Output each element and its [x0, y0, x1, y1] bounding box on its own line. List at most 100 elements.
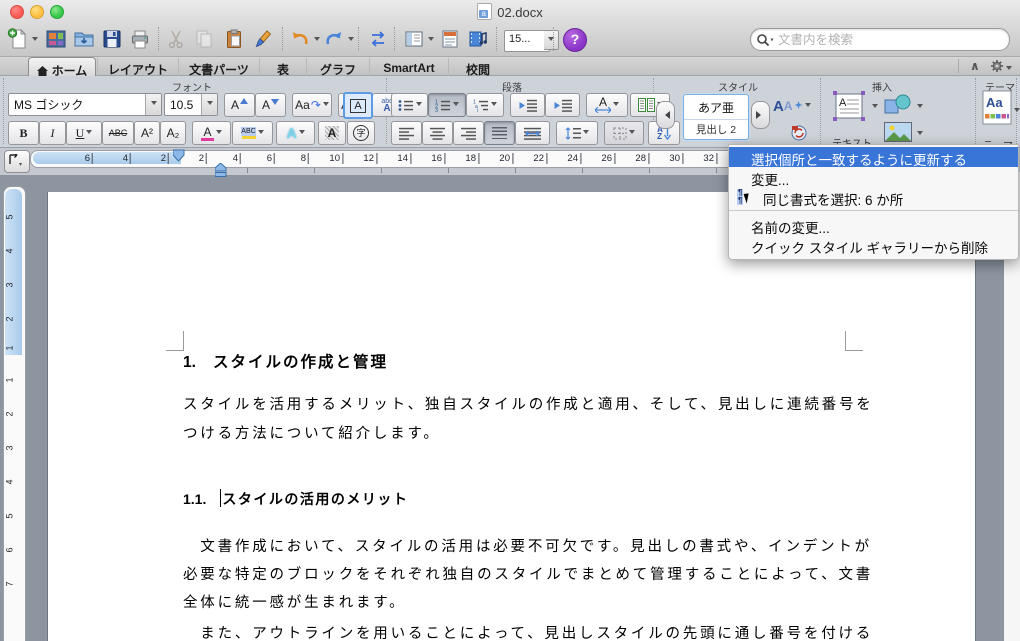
gallery-button[interactable]: [44, 26, 68, 52]
font-name-select[interactable]: MS ゴシック: [8, 93, 162, 116]
view-mode-button[interactable]: [402, 26, 426, 52]
menu-item-remove-from-gallery[interactable]: クイック スタイル ギャラリーから削除: [729, 235, 1018, 256]
insert-shapes-dropdown[interactable]: [917, 104, 923, 111]
copy-button[interactable]: [192, 26, 216, 52]
multilevel-list-button[interactable]: 1ai: [466, 93, 504, 117]
ribbon-settings-gear[interactable]: [990, 59, 1012, 76]
paragraph-line[interactable]: また、アウトラインを用いることによって、見出しスタイルの先頭に通し番号を付ける: [183, 620, 870, 641]
font-color-button[interactable]: A: [192, 121, 231, 145]
font-size-select[interactable]: 10.5: [164, 93, 218, 116]
zoom-select-dropdown[interactable]: [544, 30, 559, 50]
open-button[interactable]: [72, 26, 96, 52]
distribute-text-button[interactable]: [515, 121, 550, 145]
italic-button[interactable]: I: [39, 121, 66, 145]
document-heading-2[interactable]: 1.1. スタイルの活用のメリット: [183, 489, 408, 509]
enclose-characters-button[interactable]: 字: [347, 121, 375, 145]
paragraph-line[interactable]: つける方法について紹介します。: [183, 420, 863, 449]
insert-shapes-button[interactable]: [884, 92, 914, 118]
align-right-icon: [461, 127, 476, 140]
justify-button[interactable]: [484, 121, 515, 145]
first-line-indent-marker[interactable]: [173, 149, 185, 162]
document-icon: a: [477, 3, 493, 20]
style-update-button[interactable]: [790, 124, 810, 144]
increase-indent-icon: [554, 99, 572, 112]
document-heading-1[interactable]: 1. スタイルの作成と管理: [183, 350, 388, 372]
menu-item-select-same-formatting[interactable]: 同じ書式を選択: 6 か所: [729, 187, 1018, 208]
new-document-icon: [7, 28, 27, 49]
svg-text:Aa: Aa: [986, 95, 1003, 110]
manage-styles-button[interactable]: A A: [773, 94, 813, 118]
print-button[interactable]: [128, 26, 152, 52]
navigation-arrows-button[interactable]: [366, 26, 390, 52]
superscript-button[interactable]: A²: [134, 121, 160, 145]
help-button[interactable]: ?: [563, 28, 587, 52]
undo-button[interactable]: [288, 26, 312, 52]
format-painter-button[interactable]: [250, 26, 274, 52]
themes-icon: Aa: [982, 90, 1012, 125]
shrink-font-button[interactable]: A: [255, 93, 286, 117]
paragraph-line[interactable]: スタイルを活用するメリット、独自スタイルの作成と適用、そして、見出しに連続番号を: [183, 391, 871, 420]
increase-indent-button[interactable]: [545, 93, 580, 117]
menu-item-rename[interactable]: 名前の変更...: [729, 215, 1018, 236]
search-input[interactable]: [776, 31, 970, 48]
spacing-arrows-icon: [595, 107, 611, 113]
align-left-button[interactable]: [391, 121, 422, 145]
align-right-button[interactable]: [453, 121, 484, 145]
undo-dropdown[interactable]: [314, 37, 320, 44]
save-button[interactable]: [100, 26, 124, 52]
styles-scroll-left[interactable]: [656, 101, 675, 129]
subscript-button[interactable]: A₂: [160, 121, 186, 145]
bullets-button[interactable]: [391, 93, 428, 117]
paste-button[interactable]: [222, 26, 246, 52]
change-case-button[interactable]: Aa ↷: [292, 93, 332, 117]
new-document-dropdown[interactable]: [32, 37, 38, 44]
character-spacing-button[interactable]: A: [586, 93, 628, 117]
new-document-button[interactable]: [6, 26, 30, 52]
paragraph-line[interactable]: 全体に統一感が生まれます。: [183, 589, 863, 618]
menu-item-modify[interactable]: 変更...: [729, 167, 1018, 188]
vertical-ruler[interactable]: 5 4 3 2 1 1 2 3 4 5 6 7: [3, 186, 26, 641]
search-box[interactable]: [750, 28, 1010, 51]
styles-scroll-right[interactable]: [751, 101, 770, 129]
collapse-ribbon-button[interactable]: ∧: [970, 59, 980, 73]
search-icon[interactable]: [756, 33, 776, 47]
hanging-indent-marker[interactable]: [215, 163, 227, 177]
paragraph-line[interactable]: 必要な特定のブロックをそれぞれ独自のスタイルでまとめて管理することによって、文書: [183, 561, 870, 590]
insert-picture-button[interactable]: [884, 122, 914, 144]
character-shading-button[interactable]: A: [318, 121, 346, 145]
print-icon: [132, 30, 148, 49]
insert-picture-dropdown[interactable]: [917, 131, 923, 138]
bold-button[interactable]: B: [8, 121, 39, 145]
decrease-indent-button[interactable]: [510, 93, 545, 117]
text-effects-button[interactable]: A: [276, 121, 315, 145]
character-border-button[interactable]: A: [343, 92, 373, 119]
view-mode-dropdown[interactable]: [428, 37, 434, 44]
underline-button[interactable]: U: [66, 121, 102, 145]
insert-textbox-button[interactable]: A: [832, 90, 868, 124]
menu-item-update-to-match[interactable]: 選択個所と一致するように更新する: [729, 147, 1018, 168]
numbering-button[interactable]: 123: [428, 93, 466, 117]
redo-dropdown[interactable]: [348, 37, 354, 44]
grow-font-button[interactable]: A: [224, 93, 255, 117]
line-spacing-button[interactable]: [556, 121, 598, 145]
svg-text:A: A: [839, 97, 847, 109]
themes-button[interactable]: Aa: [982, 90, 1014, 132]
paragraph-line[interactable]: 文書作成において、スタイルの活用は必要不可欠です。見出しの書式や、インデントが: [183, 533, 869, 562]
tab-selector-button[interactable]: [4, 150, 30, 173]
themes-dropdown[interactable]: [1014, 108, 1020, 115]
ruler-subticks: [247, 168, 771, 173]
document-elements-button[interactable]: [438, 26, 462, 52]
svg-text:i: i: [477, 108, 478, 112]
redo-button[interactable]: [322, 26, 346, 52]
cut-scissors-icon: [168, 30, 183, 49]
toolbar-separator: [553, 27, 555, 51]
insert-textbox-dropdown[interactable]: [872, 104, 878, 111]
ribbon-tab-bar: ホーム レイアウト 文書パーツ 表 グラフ SmartArt 校閲 ∧: [0, 57, 1020, 80]
strikethrough-button[interactable]: ABC: [102, 121, 134, 145]
quick-style-current[interactable]: あア亜 見出し 2: [683, 94, 749, 140]
borders-button[interactable]: [604, 121, 644, 145]
text-highlight-button[interactable]: ABC: [232, 121, 273, 145]
cut-button[interactable]: [164, 26, 188, 52]
media-browser-button[interactable]: [466, 26, 490, 52]
align-center-button[interactable]: [422, 121, 453, 145]
